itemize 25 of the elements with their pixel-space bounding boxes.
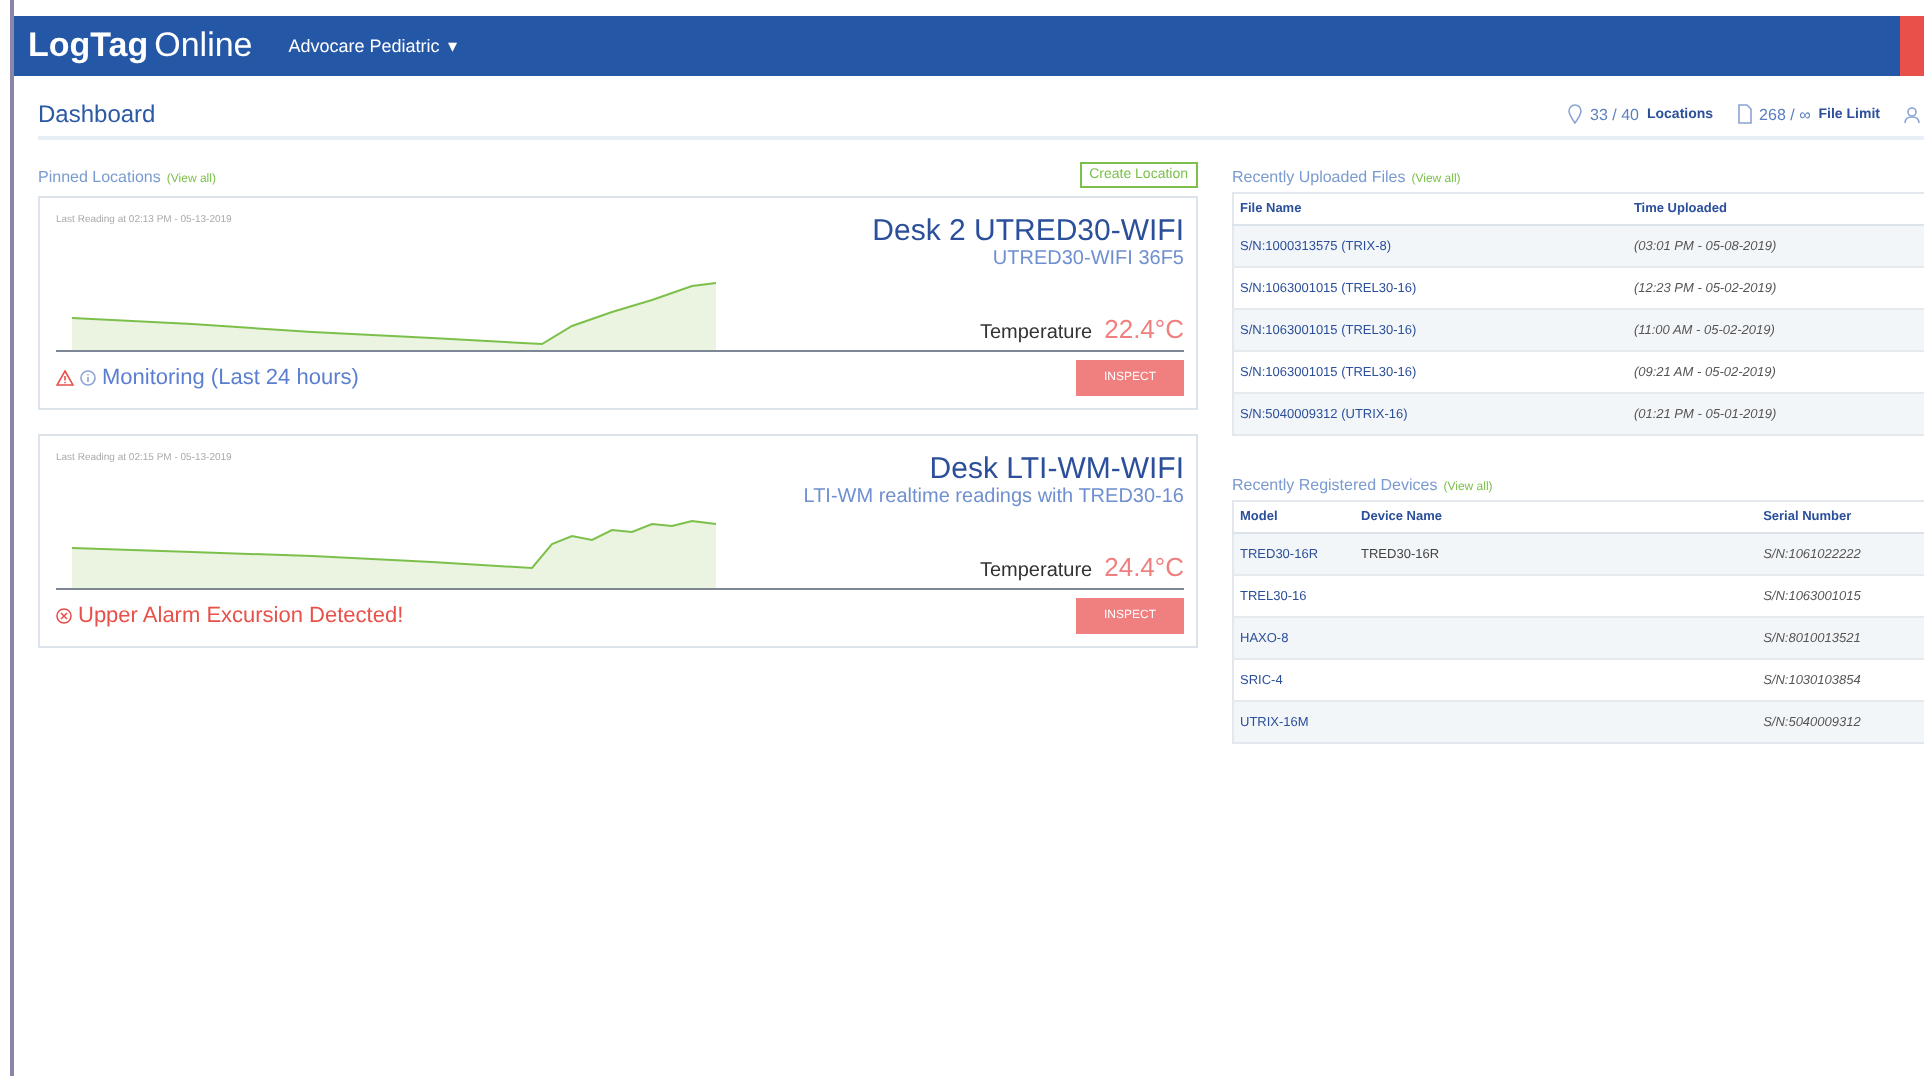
stat-value: 268 / ∞ bbox=[1759, 105, 1811, 123]
logo: LogTag Online bbox=[28, 26, 253, 66]
location-pin-icon bbox=[1568, 104, 1583, 124]
status-text: Monitoring (Last 24 hours) bbox=[102, 366, 359, 390]
file-icon bbox=[1737, 104, 1752, 124]
corner-button[interactable] bbox=[1900, 16, 1924, 76]
status-text: Upper Alarm Excursion Detected! bbox=[78, 604, 404, 628]
users-icon bbox=[1904, 105, 1924, 123]
error-icon bbox=[56, 608, 72, 624]
page-title: Dashboard bbox=[38, 100, 156, 128]
reading-label: Temperature bbox=[979, 322, 1093, 344]
device-subtitle: LTI-WM realtime readings with TRED30-16 bbox=[803, 486, 1184, 508]
location-name: Desk LTI-WM-WIFI bbox=[929, 452, 1184, 486]
section-title: Recently Uploaded Files bbox=[1232, 168, 1406, 186]
info-icon bbox=[80, 370, 96, 386]
account-menu[interactable]: Advocare Pediatric ▾ bbox=[288, 36, 458, 56]
location-name: Desk 2 UTRED30-WIFI bbox=[872, 214, 1184, 248]
temperature-reading: 24.4°C bbox=[1104, 552, 1184, 582]
stat-value: 33 / 40 bbox=[1590, 105, 1639, 123]
section-title: Recently Registered Devices bbox=[1232, 476, 1438, 494]
temperature-reading: 22.4°C bbox=[1104, 314, 1184, 344]
warning-icon bbox=[56, 370, 74, 386]
section-title: Pinned Locations bbox=[38, 168, 161, 186]
reading-label: Temperature bbox=[979, 560, 1093, 582]
device-subtitle: UTRED30-WIFI 36F5 bbox=[992, 248, 1184, 270]
